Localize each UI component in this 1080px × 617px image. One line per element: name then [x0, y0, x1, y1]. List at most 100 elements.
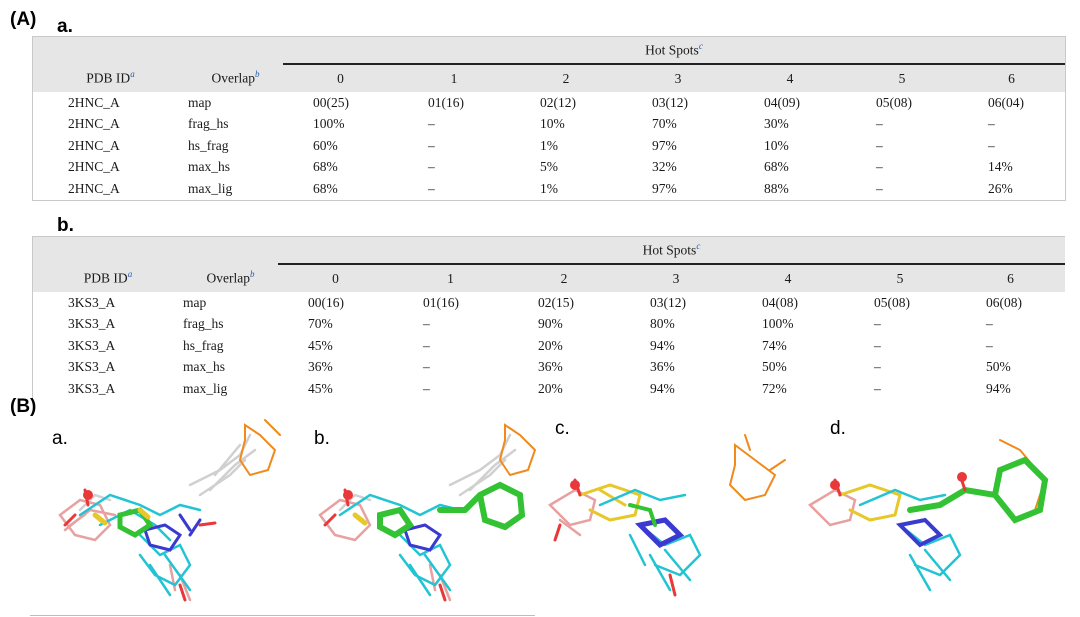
hot-spot-value-cell: 00(16): [308, 294, 344, 310]
table-row: 2HNC_A hs_frag 60% – 1% 97% 10% – –: [33, 135, 1065, 157]
hot-spot-value-cell: –: [874, 316, 881, 332]
column-header: 2: [510, 63, 622, 92]
pdb-id-header: PDB IDa: [33, 64, 188, 92]
hot-spot-value-cell: 72%: [762, 380, 787, 396]
hot-spot-value-cell: 03(12): [652, 94, 688, 110]
hot-spot-value-cell: 03(12): [650, 294, 686, 310]
panel-b-label: (B): [10, 396, 37, 417]
hot-spot-value-cell: 10%: [764, 137, 789, 153]
hot-spot-value-cell: –: [428, 180, 435, 196]
column-header: 2: [508, 263, 620, 292]
hot-spot-value-cell: 14%: [988, 159, 1013, 175]
column-header: 4: [732, 263, 844, 292]
hot-spot-value-cell: 00(25): [313, 94, 349, 110]
hot-spot-value-cell: 01(16): [428, 94, 464, 110]
column-header: 5: [846, 63, 958, 92]
table-a-grid: Hot Spotsc PDB IDa Overlapb 0 1 2 3 4 5 …: [33, 37, 1065, 200]
hot-spot-value-cell: 80%: [650, 316, 675, 332]
hot-spot-value-cell: 74%: [762, 337, 787, 353]
hot-spot-value-cell: 1%: [540, 137, 558, 153]
pdb-id-cell: 3KS3_A: [68, 294, 116, 310]
hot-spot-value-cell: –: [423, 359, 430, 375]
table-row: 2HNC_A frag_hs 100% – 10% 70% 30% – –: [33, 114, 1065, 136]
hot-spot-value-cell: 68%: [313, 159, 338, 175]
hot-spot-value-cell: 1%: [540, 180, 558, 196]
table-row: 3KS3_A frag_hs 70% – 90% 80% 100% – –: [33, 314, 1065, 336]
hot-spot-value-cell: 36%: [650, 359, 675, 375]
column-header: 0: [278, 263, 393, 292]
hot-spot-value-cell: 20%: [538, 337, 563, 353]
hot-spots-header: Hot Spotsc: [283, 37, 1065, 64]
pdb-id-cell: 2HNC_A: [68, 116, 120, 132]
overlap-cell: hs_frag: [188, 137, 229, 153]
overlap-cell: max_hs: [188, 159, 230, 175]
overlap-header: Overlapb: [188, 64, 283, 92]
column-header: 6: [958, 63, 1065, 92]
hot-spot-value-cell: 45%: [308, 380, 333, 396]
hot-spot-value-cell: 26%: [988, 180, 1013, 196]
hot-spot-value-cell: 06(04): [988, 94, 1024, 110]
overlap-header: Overlapb: [183, 264, 278, 292]
column-header: 5: [844, 263, 956, 292]
pdb-id-cell: 3KS3_A: [68, 359, 116, 375]
table-b-label: b.: [57, 215, 74, 236]
hot-spot-value-cell: 5%: [540, 159, 558, 175]
hot-spot-value-cell: –: [876, 180, 883, 196]
pdb-id-header: PDB IDa: [33, 264, 183, 292]
table-row: 3KS3_A hs_frag 45% – 20% 94% 74% – –: [33, 335, 1065, 357]
pdb-id-cell: 2HNC_A: [68, 159, 120, 175]
pdb-id-cell: 3KS3_A: [68, 380, 116, 396]
hot-spot-value-cell: 90%: [538, 316, 563, 332]
hot-spot-value-cell: 70%: [652, 116, 677, 132]
column-header: 0: [283, 63, 398, 92]
hot-spot-value-cell: –: [874, 359, 881, 375]
column-header: 4: [734, 63, 846, 92]
table-row: 2HNC_A max_hs 68% – 5% 32% 68% – 14%: [33, 157, 1065, 179]
hot-spot-value-cell: 94%: [650, 380, 675, 396]
molecule-structure-b: [318, 423, 537, 602]
hot-spot-value-cell: –: [428, 137, 435, 153]
hot-spot-value-cell: 45%: [308, 337, 333, 353]
table-a: Hot Spotsc PDB IDa Overlapb 0 1 2 3 4 5 …: [32, 36, 1066, 201]
column-header: 1: [398, 63, 510, 92]
column-header: 1: [393, 263, 508, 292]
hot-spot-value-cell: 70%: [308, 316, 333, 332]
hot-spots-header: Hot Spotsc: [278, 237, 1065, 264]
hot-spot-value-cell: 60%: [313, 137, 338, 153]
table-a-label: a.: [57, 16, 73, 37]
hot-spot-value-cell: 10%: [540, 116, 565, 132]
hot-spot-value-cell: 97%: [652, 180, 677, 196]
molecule-structure-d: [807, 439, 1049, 592]
column-header: 3: [622, 63, 734, 92]
hot-spot-value-cell: 100%: [762, 316, 794, 332]
overlap-cell: max_hs: [183, 359, 225, 375]
hot-spot-value-cell: –: [876, 137, 883, 153]
pdb-id-cell: 2HNC_A: [68, 94, 120, 110]
molecule-structure-a: [58, 419, 281, 602]
hot-spot-value-cell: 94%: [650, 337, 675, 353]
table-row: 3KS3_A max_lig 45% – 20% 94% 72% – 94%: [33, 378, 1065, 400]
hot-spot-value-cell: 97%: [652, 137, 677, 153]
hot-spot-value-cell: 30%: [764, 116, 789, 132]
hot-spot-value-cell: –: [423, 380, 430, 396]
pdb-id-cell: 2HNC_A: [68, 180, 120, 196]
overlap-cell: frag_hs: [183, 316, 224, 332]
hot-spot-value-cell: 06(08): [986, 294, 1022, 310]
pdb-id-cell: 3KS3_A: [68, 337, 116, 353]
hot-spot-value-cell: 05(08): [876, 94, 912, 110]
hot-spot-value-cell: –: [988, 116, 995, 132]
pdb-id-cell: 3KS3_A: [68, 316, 116, 332]
hot-spot-value-cell: –: [986, 337, 993, 353]
panel-a-label: (A): [10, 9, 37, 30]
hot-spot-value-cell: 02(15): [538, 294, 574, 310]
hot-spot-value-cell: –: [423, 337, 430, 353]
hot-spot-value-cell: 01(16): [423, 294, 459, 310]
column-header: 3: [620, 263, 732, 292]
hot-spot-value-cell: –: [988, 137, 995, 153]
pdb-id-cell: 2HNC_A: [68, 137, 120, 153]
hot-spot-value-cell: 68%: [764, 159, 789, 175]
hot-spot-value-cell: –: [876, 116, 883, 132]
hot-spot-value-cell: 04(09): [764, 94, 800, 110]
hot-spot-value-cell: –: [876, 159, 883, 175]
hot-spot-value-cell: 36%: [538, 359, 563, 375]
